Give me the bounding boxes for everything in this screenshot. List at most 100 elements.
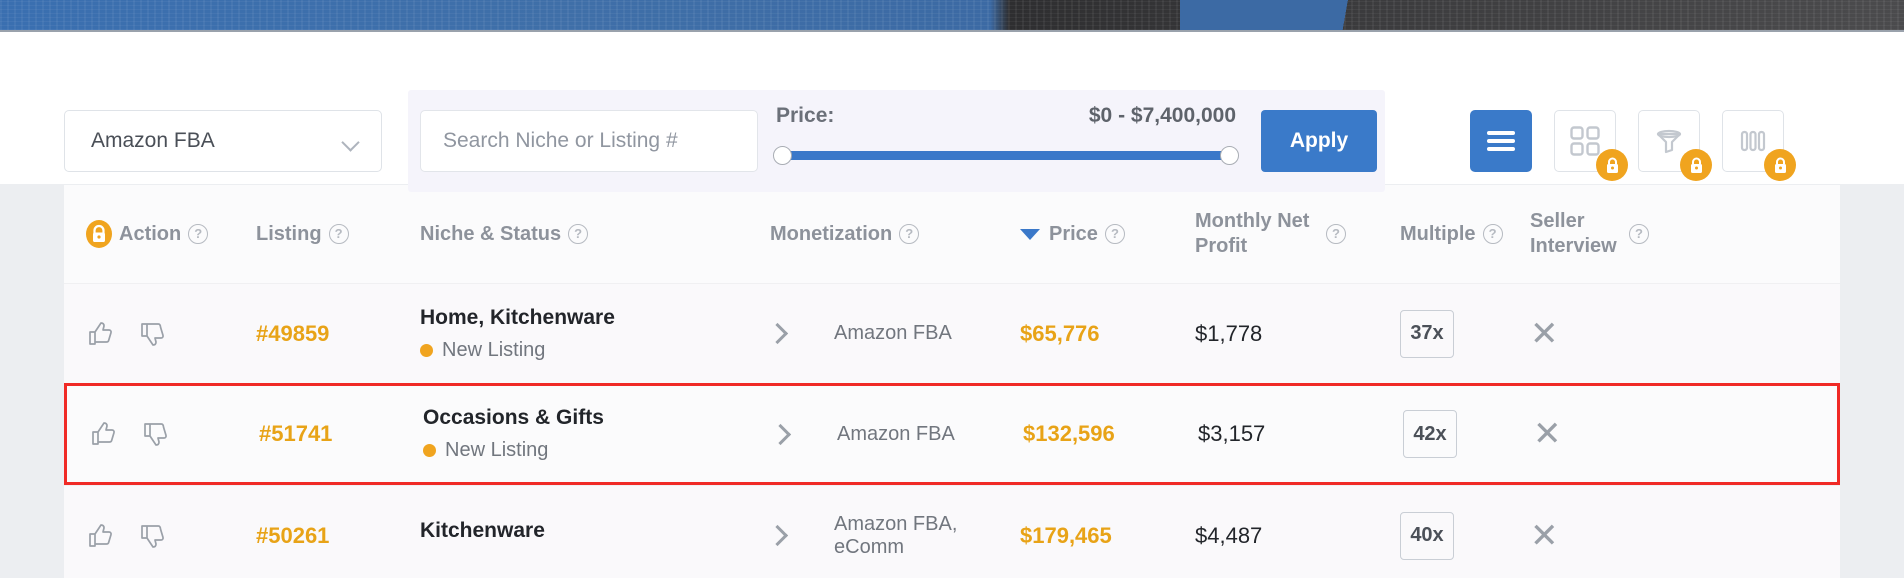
close-icon: ✕ [1530,314,1559,353]
column-header-action-label: Action [119,222,182,245]
column-header-seller-interview-label: Seller Interview [1530,210,1617,257]
list-icon [1487,131,1515,151]
thumbs-down-icon[interactable] [138,521,168,551]
row-actions [89,419,259,449]
listing-id-link[interactable]: #50261 [256,523,329,548]
help-icon[interactable]: ? [899,224,920,244]
column-header-price[interactable]: Price ? [1020,222,1195,247]
thumbs-up-icon[interactable] [86,521,116,551]
help-icon[interactable]: ? [1326,224,1346,244]
row-expand-cell [766,524,834,547]
price-filter-label: Price: [776,104,835,127]
monthly-net-profit-value: $1,778 [1195,320,1263,346]
status-badge: New Listing [423,439,773,462]
price-value: $132,596 [1023,421,1115,446]
columns-view-button[interactable] [1722,110,1796,181]
row-listing-id-cell: #51741 [259,421,423,447]
grid-view-button[interactable] [1554,110,1628,181]
price-range-slider[interactable] [773,146,1239,165]
lock-icon [86,220,112,248]
row-niche-cell: Occasions & Gifts New Listing [423,406,773,462]
help-icon[interactable]: ? [188,224,209,244]
listing-id-link[interactable]: #51741 [259,421,332,446]
help-icon[interactable]: ? [1629,224,1649,244]
list-view-button[interactable] [1470,110,1532,172]
monthly-net-profit-value: $4,487 [1195,522,1263,548]
table-row[interactable]: #49859 Home, Kitchenware New Listing Ama… [64,283,1840,383]
help-icon[interactable]: ? [328,224,349,244]
column-header-multiple-label: Multiple [1400,222,1476,245]
column-header-monetization[interactable]: Monetization ? [770,222,1020,247]
table-row[interactable]: #50261 Kitchenware Amazon FBA, eComm $17… [64,485,1840,578]
monetization-label: Amazon FBA [834,322,952,344]
thumbs-down-icon[interactable] [141,419,171,449]
thumbs-up-icon[interactable] [89,419,119,449]
help-icon[interactable]: ? [1482,224,1503,244]
price-slider-min-handle[interactable] [773,146,792,165]
table-header-row: Action ? Listing ? Niche & Status ? Mone… [64,185,1840,283]
marketplace-select-value: Amazon FBA [91,129,215,152]
column-header-niche-status[interactable]: Niche & Status ? [420,222,770,247]
column-header-listing[interactable]: Listing ? [256,222,420,247]
row-seller-interview-cell: ✕ [1530,519,1670,553]
column-header-monthly-net-profit[interactable]: Monthly Net Profit ? [1195,209,1400,259]
row-expand-cell [769,423,837,445]
table-row[interactable]: #51741 Occasions & Gifts New Listing Ama… [64,383,1840,485]
grid-icon [1570,126,1600,156]
column-header-action[interactable]: Action ? [86,220,256,248]
column-header-monetization-label: Monetization [770,222,893,245]
apply-button[interactable]: Apply [1261,110,1377,172]
price-slider-max-handle[interactable] [1220,146,1239,165]
skyline-texture [0,0,1904,30]
search-input-placeholder: Search Niche or Listing # [443,129,678,152]
search-input-wrapper[interactable]: Search Niche or Listing # [420,110,758,172]
status-label: New Listing [445,439,549,461]
marketplace-select[interactable]: Amazon FBA [64,110,382,172]
close-icon: ✕ [1533,415,1562,453]
column-header-listing-label: Listing [256,222,322,245]
monetization-label: Amazon FBA [837,422,955,445]
thumbs-down-icon[interactable] [138,319,168,349]
row-expand-cell [766,322,834,345]
column-header-multiple[interactable]: Multiple ? [1400,222,1530,247]
row-niche-cell: Home, Kitchenware New Listing [420,306,770,362]
status-dot-icon [423,444,436,457]
help-icon[interactable]: ? [1104,224,1125,244]
row-monetization-cell: Amazon FBA, eComm [834,513,1020,559]
help-icon[interactable]: ? [568,224,589,244]
funnel-view-button[interactable] [1638,110,1712,181]
row-monetization-cell: Amazon FBA [834,322,1020,345]
funnel-icon [1656,129,1682,154]
niche-title: Home, Kitchenware [420,305,615,329]
chevron-right-icon[interactable] [769,423,792,445]
row-price-cell: $179,465 [1020,523,1195,549]
row-profit-cell: $4,487 [1195,523,1400,549]
lock-icon [1690,157,1702,173]
row-profit-cell: $3,157 [1198,421,1403,447]
chevron-right-icon[interactable] [766,322,789,345]
row-actions [86,319,256,349]
row-seller-interview-cell: ✕ [1530,317,1670,351]
row-profit-cell: $1,778 [1195,321,1400,347]
lock-badge [1764,149,1796,181]
row-listing-id-cell: #50261 [256,523,420,549]
chevron-down-icon [343,136,361,147]
row-multiple-cell: 40x [1400,511,1530,560]
chevron-right-icon[interactable] [766,524,789,547]
lock-icon [1774,157,1786,173]
row-listing-id-cell: #49859 [256,321,420,347]
skyline-banner [0,0,1904,30]
lock-badge [1596,149,1628,181]
row-seller-interview-cell: ✕ [1533,417,1673,451]
skyline-diagonal [1180,0,1480,30]
listing-id-link[interactable]: #49859 [256,321,329,346]
column-header-seller-interview[interactable]: Seller Interview ? [1530,209,1670,259]
filter-panel: Search Niche or Listing # Price: $0 - $7… [408,90,1385,192]
column-header-monthly-net-profit-label: Monthly Net Profit [1195,210,1310,257]
thumbs-up-icon[interactable] [86,319,116,349]
lock-badge [1680,149,1712,181]
multiple-badge: 42x [1403,410,1457,458]
status-dot-icon [420,343,433,357]
row-price-cell: $65,776 [1020,321,1195,347]
status-badge: New Listing [420,339,770,362]
